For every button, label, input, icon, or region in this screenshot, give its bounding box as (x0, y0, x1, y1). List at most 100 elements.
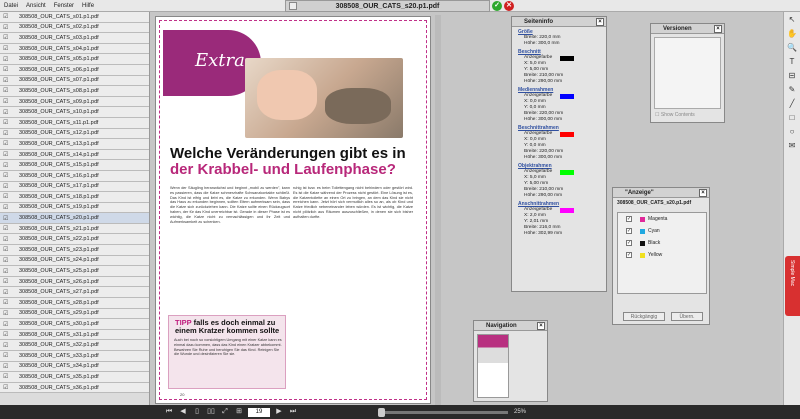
close-icon[interactable]: × (714, 25, 722, 33)
apply-button[interactable]: Übern. (671, 312, 703, 321)
close-icon[interactable]: × (537, 322, 545, 330)
checkbox-icon[interactable]: ☑ (0, 215, 11, 222)
hand-icon[interactable]: ✋ (786, 28, 799, 40)
page-input[interactable]: 19 (248, 407, 270, 417)
canvas-scrollbar[interactable] (435, 15, 441, 405)
file-list-item[interactable]: ☑ 308508_OUR_CATS_s15.p1.pdf (0, 160, 149, 171)
file-list-item[interactable]: ☑ 308508_OUR_CATS_s08.p1.pdf (0, 86, 149, 97)
seiteninfo-titlebar[interactable]: Seiteninfo × (512, 17, 606, 27)
checkbox-icon[interactable]: ☑ (0, 310, 11, 317)
close-icon[interactable]: × (596, 18, 604, 26)
double-page-icon[interactable]: ▯▯ (206, 407, 216, 417)
file-list-item[interactable]: ☑ 308508_OUR_CATS_s19.p1.pdf (0, 202, 149, 214)
reject-icon[interactable]: ✕ (504, 1, 514, 11)
zoom-icon[interactable]: 🔍 (786, 42, 799, 54)
separation-checkbox[interactable]: ✓ (626, 252, 632, 258)
file-list-item[interactable]: ☑ 308508_OUR_CATS_s27.p1.pdf (0, 287, 149, 299)
pencil-icon[interactable]: ✎ (786, 84, 799, 96)
checkbox-icon[interactable]: ☑ (0, 98, 11, 105)
checkbox-icon[interactable]: ☑ (0, 363, 11, 370)
show-contents-checkbox[interactable]: ☐ Show Contents (651, 112, 724, 118)
separation-checkbox[interactable]: ✓ (626, 240, 632, 246)
navigation-titlebar[interactable]: Navigation × (474, 321, 547, 331)
file-list-item[interactable]: ☑ 308508_OUR_CATS_s22.p1.pdf (0, 234, 149, 246)
file-list-item[interactable]: ☑ 308508_OUR_CATS_s04.p1.pdf (0, 43, 149, 55)
checkbox-icon[interactable]: ☑ (0, 321, 11, 328)
checkbox-icon[interactable]: ☑ (0, 246, 11, 253)
file-list-item[interactable]: ☑ 308508_OUR_CATS_s18.p1.pdf (0, 192, 149, 203)
color-swatch[interactable] (560, 207, 575, 213)
color-swatch[interactable] (560, 131, 575, 137)
file-list-item[interactable]: ☑ 308508_OUR_CATS_s33.p1.pdf (0, 351, 149, 362)
checkbox-icon[interactable]: ☑ (0, 109, 11, 116)
page-thumbnail[interactable] (477, 334, 509, 398)
file-list-item[interactable]: ☑ 308508_OUR_CATS_s17.p1.pdf (0, 181, 149, 193)
checkbox-icon[interactable]: ☑ (0, 352, 11, 359)
file-list-item[interactable]: ☑ 308508_OUR_CATS_s25.p1.pdf (0, 266, 149, 277)
file-list-item[interactable]: ☑ 308508_OUR_CATS_s30.p1.pdf (0, 319, 149, 330)
file-list-item[interactable]: ☑ 308508_OUR_CATS_s02.p1.pdf (0, 22, 149, 34)
file-list-item[interactable]: ☑ 308508_OUR_CATS_s03.p1.pdf (0, 33, 149, 44)
checkbox-icon[interactable]: ☑ (0, 56, 11, 63)
checkbox-icon[interactable]: ☑ (0, 34, 11, 41)
line-icon[interactable]: ╱ (786, 98, 799, 110)
file-list-item[interactable]: ☑ 308508_OUR_CATS_s07.p1.pdf (0, 75, 149, 87)
file-list-item[interactable]: ☑ 308508_OUR_CATS_s11.p1.pdf (0, 117, 149, 129)
accept-icon[interactable]: ✓ (492, 1, 502, 11)
checkbox-icon[interactable]: ☑ (0, 373, 11, 380)
checkbox-icon[interactable]: ☑ (0, 151, 11, 158)
file-list-item[interactable]: ☑ 308508_OUR_CATS_s10.p1.pdf (0, 107, 149, 118)
checkbox-icon[interactable]: ☑ (0, 225, 11, 232)
menu-fenster[interactable]: Fenster (50, 3, 78, 9)
checkbox-icon[interactable]: ☑ (0, 289, 11, 296)
checkbox-icon[interactable]: ☑ (0, 77, 11, 84)
checkbox-icon[interactable]: ☑ (0, 130, 11, 137)
zoom-slider[interactable] (378, 407, 508, 417)
checkbox-icon[interactable]: ☑ (0, 204, 11, 211)
checkbox-icon[interactable]: ☑ (0, 342, 11, 349)
color-swatch[interactable] (560, 169, 575, 175)
file-list-item[interactable]: ☑ 308508_OUR_CATS_s06.p1.pdf (0, 64, 149, 76)
checkbox-icon[interactable]: ☑ (0, 24, 11, 31)
first-page-icon[interactable]: ⏮ (164, 407, 174, 417)
menu-datei[interactable]: Datei (0, 3, 22, 9)
file-list-item[interactable]: ☑ 308508_OUR_CATS_s31.p1.pdf (0, 329, 149, 341)
menu-ansicht[interactable]: Ansicht (22, 3, 50, 9)
grid-icon[interactable]: ⊞ (234, 407, 244, 417)
file-list-item[interactable]: ☑ 308508_OUR_CATS_s13.p1.pdf (0, 139, 149, 150)
file-list-item[interactable]: ☑ 308508_OUR_CATS_s09.p1.pdf (0, 96, 149, 108)
checkbox-icon[interactable]: ☑ (0, 257, 11, 264)
checkbox-icon[interactable]: ☑ (0, 183, 11, 190)
file-list-item[interactable]: ☑ 308508_OUR_CATS_s32.p1.pdf (0, 340, 149, 351)
close-icon[interactable]: × (699, 189, 707, 197)
note-icon[interactable]: ✉ (786, 140, 799, 152)
color-swatch[interactable] (560, 93, 575, 99)
side-tab[interactable]: Simple Mac (785, 256, 800, 316)
prev-page-icon[interactable]: ◀ (178, 407, 188, 417)
checkbox-icon[interactable]: ☑ (0, 45, 11, 52)
file-list-item[interactable]: ☑ 308508_OUR_CATS_s24.p1.pdf (0, 255, 149, 267)
file-list-item[interactable]: ☑ 308508_OUR_CATS_s28.p1.pdf (0, 298, 149, 309)
reset-button[interactable]: Rückgängig (623, 312, 665, 321)
checkbox-icon[interactable]: ☑ (0, 172, 11, 179)
checkbox-icon[interactable]: ☑ (0, 268, 11, 275)
menu-hilfe[interactable]: Hilfe (78, 3, 98, 9)
color-swatch[interactable] (560, 55, 575, 61)
file-list-item[interactable]: ☑ 308508_OUR_CATS_s16.p1.pdf (0, 170, 149, 182)
file-list-item[interactable]: ☑ 308508_OUR_CATS_s12.p1.pdf (0, 128, 149, 140)
anzeige-titlebar[interactable]: "Anzeige" × (613, 188, 709, 198)
file-list-item[interactable]: ☑ 308508_OUR_CATS_s20.p1.pdf (0, 213, 149, 224)
single-page-icon[interactable]: ▯ (192, 407, 202, 417)
box-icon[interactable]: □ (786, 112, 799, 124)
file-list-item[interactable]: ☑ 308508_OUR_CATS_s29.p1.pdf (0, 308, 149, 320)
file-list-item[interactable]: ☑ 308508_OUR_CATS_s21.p1.pdf (0, 223, 149, 235)
measure-icon[interactable]: ⊟ (786, 70, 799, 82)
text-icon[interactable]: T (786, 56, 799, 68)
last-page-icon[interactable]: ⏭ (288, 407, 298, 417)
cursor-icon[interactable]: ↖ (786, 14, 799, 26)
checkbox-icon[interactable]: ☑ (0, 331, 11, 338)
checkbox-icon[interactable]: ☑ (0, 278, 11, 285)
file-list-item[interactable]: ☑ 308508_OUR_CATS_s35.p1.pdf (0, 372, 149, 383)
fit-icon[interactable]: ⤢ (220, 407, 230, 417)
checkbox-icon[interactable]: ☑ (0, 87, 11, 94)
